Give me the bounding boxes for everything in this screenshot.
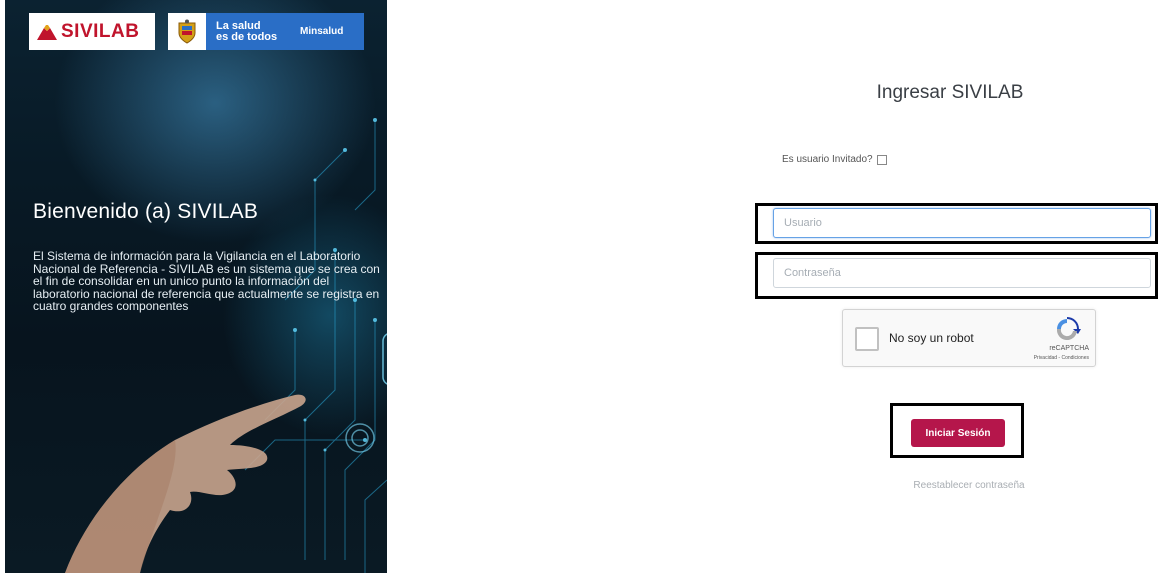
guest-user-label: Es usuario Invitado?	[782, 154, 873, 165]
recaptcha-widget: No soy un robot reCAPTCHA Privacidad - C…	[842, 309, 1096, 367]
recaptcha-checkbox[interactable]	[855, 327, 879, 351]
government-logo: La salud es de todos Minsalud	[168, 13, 364, 50]
reset-password-link[interactable]: Reestablecer contraseña	[842, 480, 1096, 491]
recaptcha-label: No soy un robot	[889, 331, 974, 345]
sivilab-logo: SIVILAB	[29, 13, 155, 50]
guest-user-checkbox[interactable]	[876, 154, 887, 165]
hero-panel: SIVILAB La salud es de todos Minsalud Bi…	[5, 0, 387, 573]
coat-of-arms-icon	[168, 13, 206, 50]
slogan: La salud es de todos	[216, 19, 296, 43]
guest-user-row: Es usuario Invitado?	[782, 154, 887, 165]
sivilab-logo-text: SIVILAB	[61, 20, 140, 42]
login-button[interactable]: Iniciar Sesión	[911, 419, 1005, 447]
password-input[interactable]	[773, 258, 1151, 288]
recaptcha-brand: reCAPTCHA	[1049, 345, 1089, 352]
volcano-logo-icon	[37, 24, 57, 40]
ministry-label: Minsalud	[300, 26, 344, 37]
slogan-line-1: La salud	[216, 19, 261, 32]
recaptcha-terms-link[interactable]: Privacidad - Condiciones	[1034, 355, 1089, 361]
welcome-title: Bienvenido (a) SIVILAB	[33, 200, 259, 223]
login-title: Ingresar SIVILAB	[876, 82, 1024, 103]
slogan-line-2: es de todos	[216, 30, 278, 43]
username-input[interactable]	[773, 208, 1151, 238]
recaptcha-logo-icon	[1056, 317, 1081, 341]
logo-bar: SIVILAB La salud es de todos Minsalud	[29, 13, 364, 50]
welcome-description: El Sistema de información para la Vigila…	[33, 249, 380, 313]
